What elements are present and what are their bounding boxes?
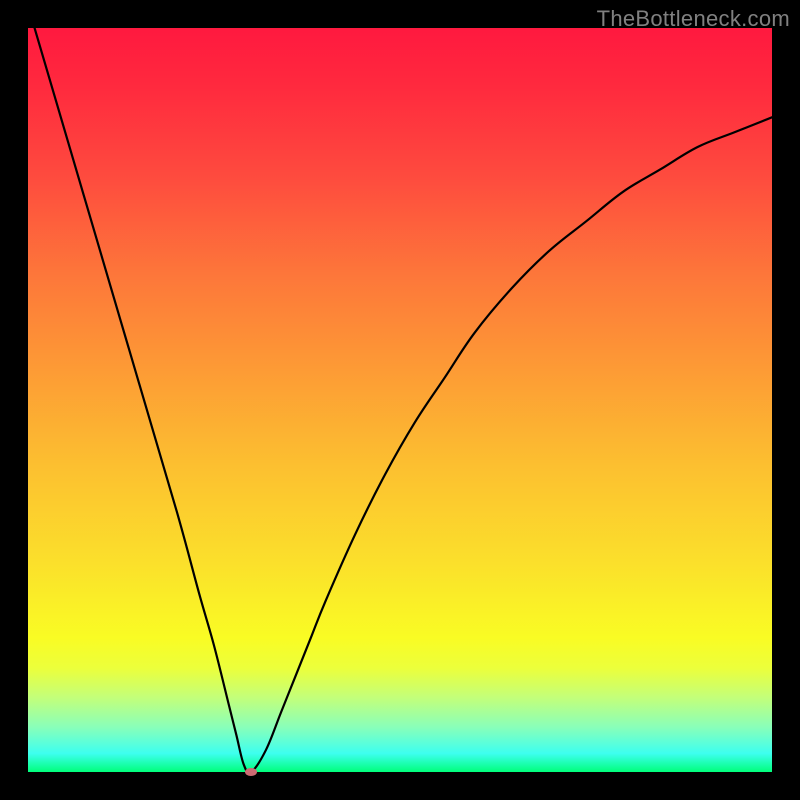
optimal-point-marker (245, 768, 257, 776)
watermark-text: TheBottleneck.com (597, 6, 790, 32)
chart-frame (28, 28, 772, 772)
bottleneck-curve (28, 28, 772, 772)
